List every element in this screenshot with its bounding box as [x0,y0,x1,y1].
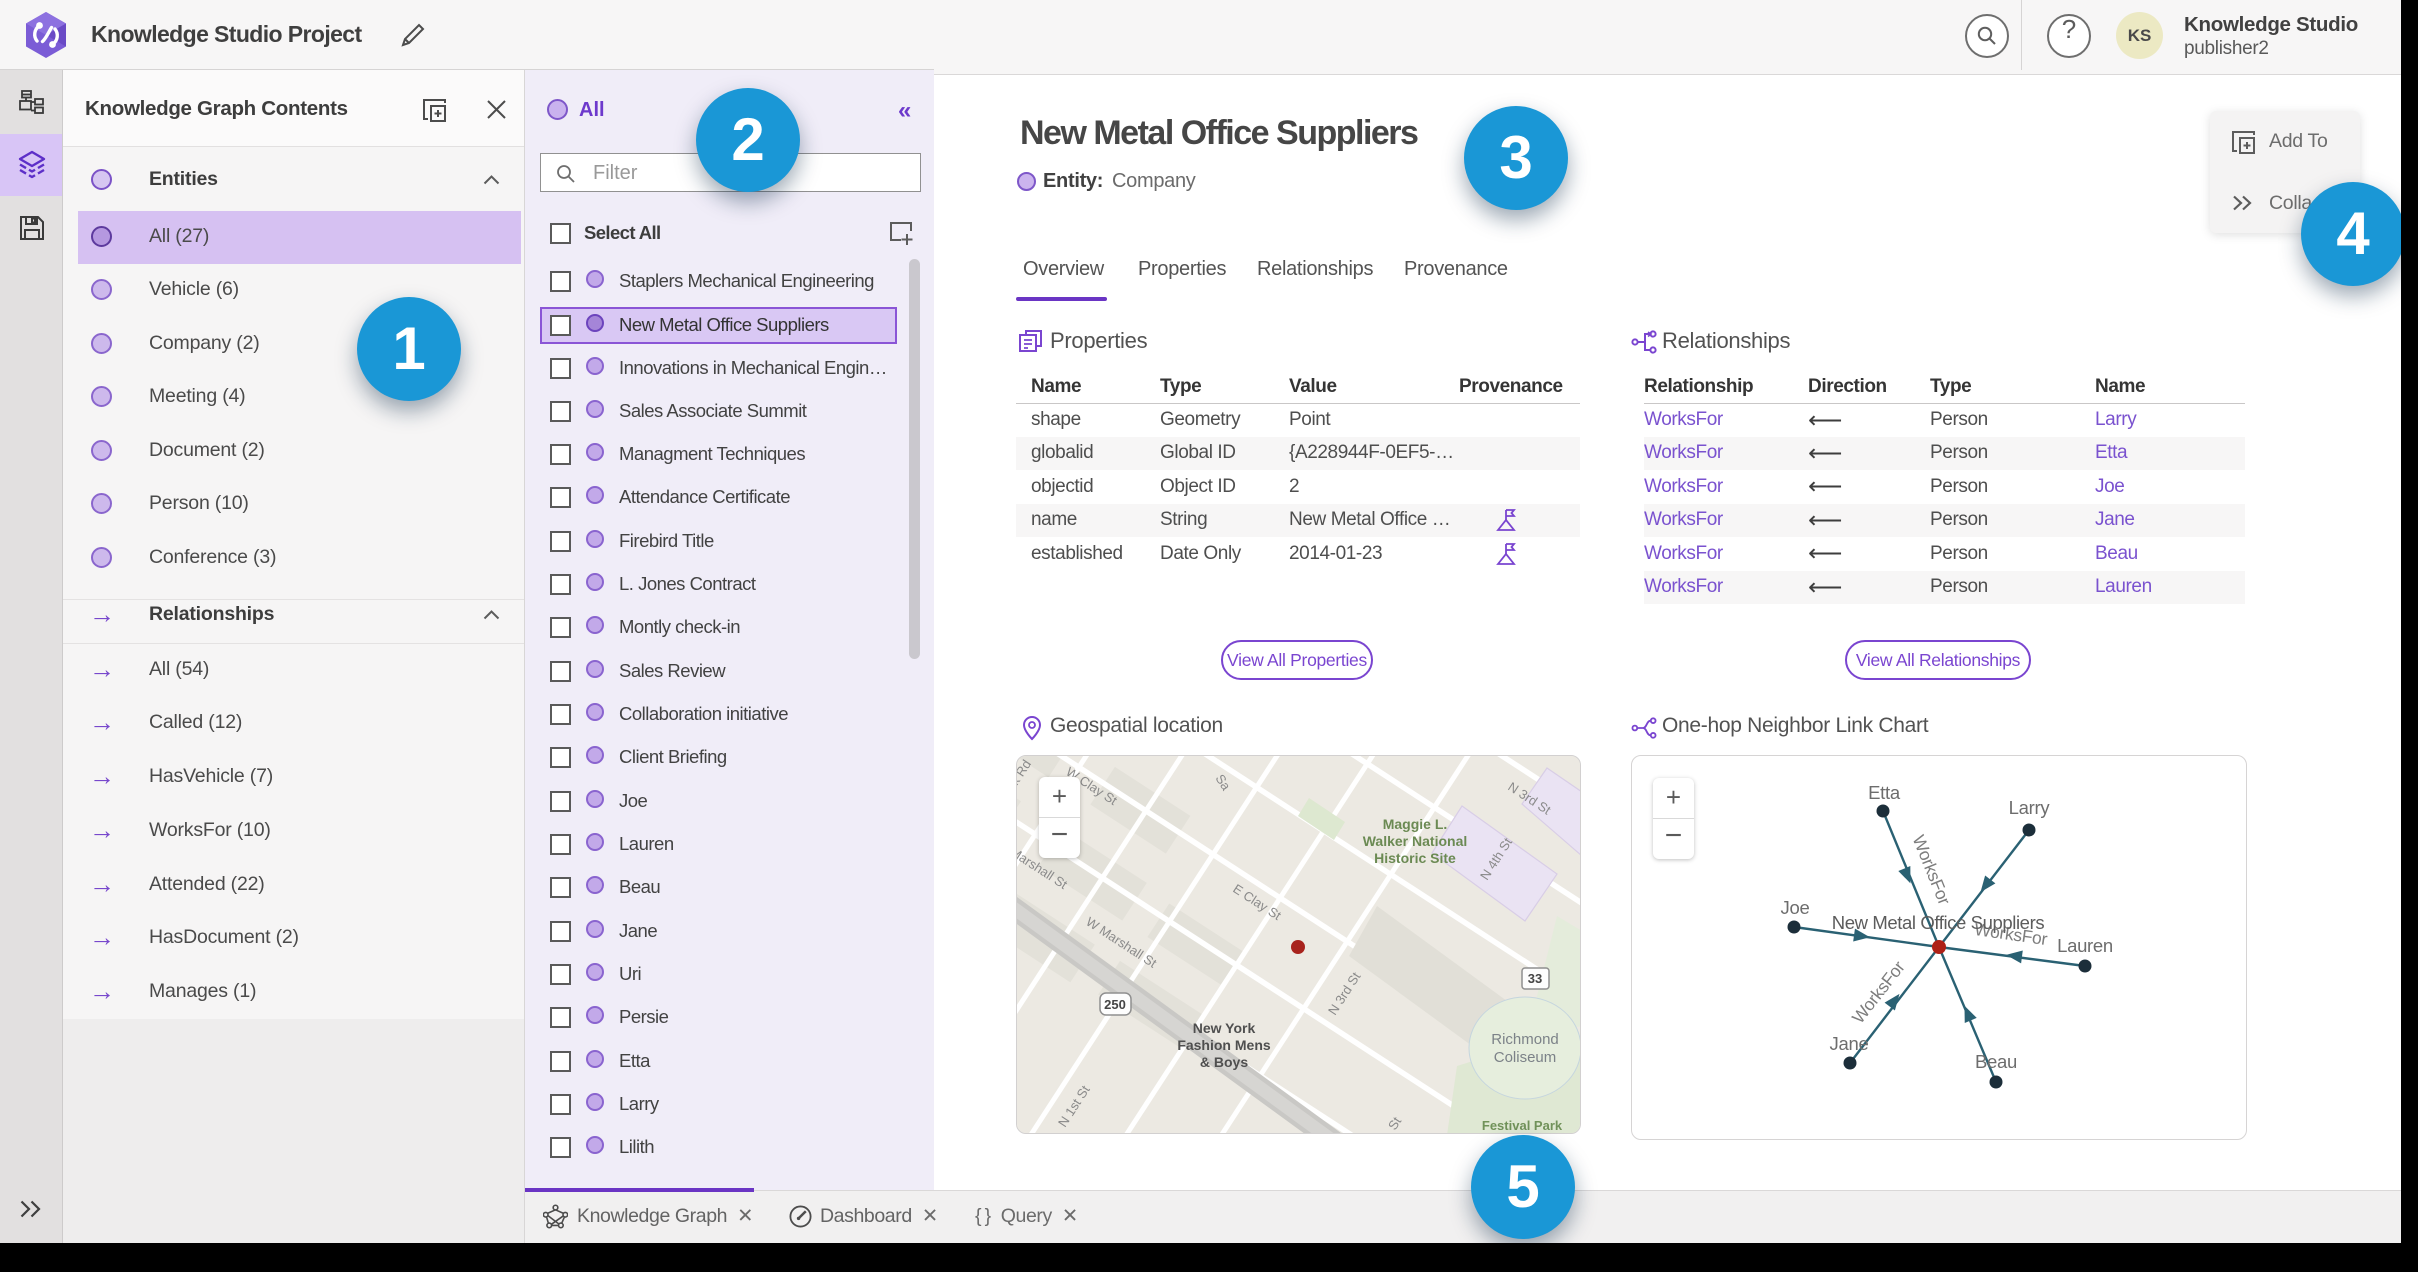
svg-text:Beau: Beau [1975,1051,2017,1072]
svg-text:Historic Site: Historic Site [1374,850,1456,866]
svg-text:New Metal Office Suppliers: New Metal Office Suppliers [1832,912,2045,933]
svg-text:Etta: Etta [1868,782,1901,803]
svg-text:Lauren: Lauren [2057,935,2113,956]
svg-text:Fashion Mens: Fashion Mens [1177,1037,1271,1053]
svg-text:250: 250 [1104,997,1126,1012]
svg-text:Richmond: Richmond [1491,1031,1559,1048]
svg-text:Jane: Jane [1830,1033,1869,1054]
svg-text:33: 33 [1528,971,1542,986]
svg-text:& Boys: & Boys [1200,1054,1248,1070]
svg-text:Coliseum: Coliseum [1494,1049,1557,1066]
svg-text:WorksFor: WorksFor [1909,832,1955,908]
svg-text:WorksFor: WorksFor [1848,957,1909,1027]
svg-text:Joe: Joe [1781,897,1810,918]
svg-text:Maggie L.: Maggie L. [1383,816,1448,832]
svg-text:Larry: Larry [2009,797,2051,818]
svg-text:New York: New York [1193,1020,1256,1036]
svg-text:Festival Park: Festival Park [1482,1118,1563,1133]
svg-text:Walker National: Walker National [1363,833,1468,849]
